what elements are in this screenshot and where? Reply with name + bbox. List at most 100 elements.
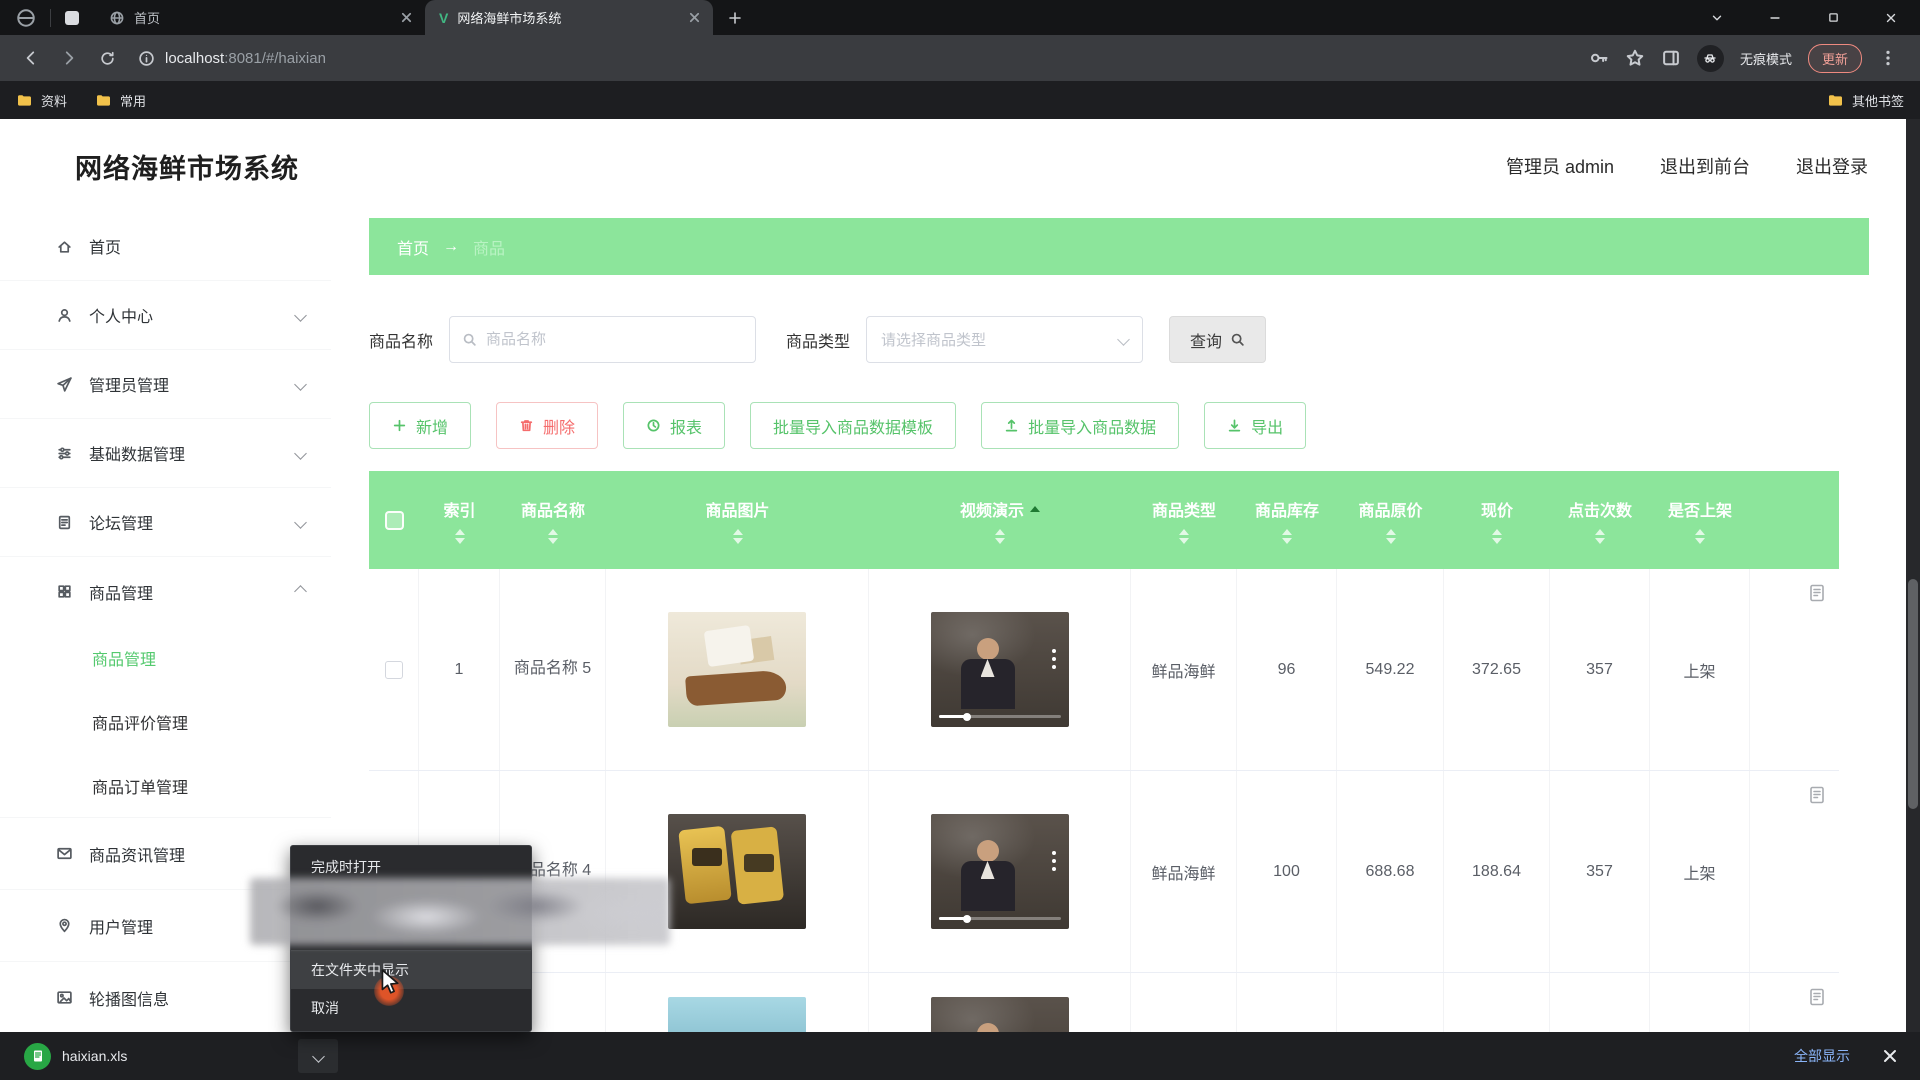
sort-carets[interactable] xyxy=(1386,529,1396,544)
bookmark-folder-ziliao[interactable]: 资料 xyxy=(16,91,67,110)
tab-title: 首页 xyxy=(134,8,389,27)
forward-button[interactable] xyxy=(52,41,86,75)
tab-home[interactable]: 首页 xyxy=(95,0,425,35)
product-name-input[interactable] xyxy=(486,331,743,348)
video-menu-icon[interactable] xyxy=(1052,649,1056,669)
logout-to-front-link[interactable]: 退出到前台 xyxy=(1660,153,1750,179)
browser-menu-icon[interactable] xyxy=(1878,48,1898,68)
sort-carets[interactable] xyxy=(1492,529,1502,544)
scrollbar-thumb[interactable] xyxy=(1908,579,1918,809)
edit-row-icon[interactable] xyxy=(1807,785,1827,805)
mail-icon xyxy=(56,845,73,862)
download-options-button[interactable] xyxy=(298,1039,338,1073)
cell-clicks: 357 xyxy=(1586,661,1613,679)
video-menu-icon[interactable] xyxy=(1052,851,1056,871)
sidebar-item-label: 管理员管理 xyxy=(89,372,169,396)
row-checkbox[interactable] xyxy=(385,661,403,679)
download-filename: haixian.xls xyxy=(62,1048,127,1064)
product-video[interactable] xyxy=(931,612,1069,727)
sidebar-subitem-label: 商品管理 xyxy=(92,646,156,670)
update-chrome-button[interactable]: 更新 xyxy=(1808,44,1862,73)
product-video[interactable] xyxy=(931,814,1069,929)
sort-carets[interactable] xyxy=(1179,529,1189,544)
home-icon xyxy=(56,238,73,255)
download-icon xyxy=(1227,418,1242,433)
video-progress-bar[interactable] xyxy=(939,917,1061,920)
plus-icon xyxy=(392,418,407,433)
sort-carets[interactable] xyxy=(733,529,743,544)
sidebar-subitem-product-review[interactable]: 商品评价管理 xyxy=(0,690,331,754)
chevron-down-icon xyxy=(294,309,307,322)
maximize-button[interactable] xyxy=(1804,0,1862,35)
video-progress-bar[interactable] xyxy=(939,715,1061,718)
edit-row-icon[interactable] xyxy=(1807,987,1827,1007)
sidebar-item-base-data[interactable]: 基础数据管理 xyxy=(0,419,331,488)
edit-row-icon[interactable] xyxy=(1807,583,1827,603)
scrollbar-track[interactable] xyxy=(1906,119,1920,1080)
other-bookmarks[interactable]: 其他书签 xyxy=(1827,91,1904,110)
product-type-select[interactable]: 请选择商品类型 xyxy=(866,316,1143,363)
sidebar-item-personal-center[interactable]: 个人中心 xyxy=(0,281,331,350)
menu-item-cancel[interactable]: 取消 xyxy=(291,989,531,1027)
site-info-icon[interactable] xyxy=(138,50,155,67)
sort-carets[interactable] xyxy=(995,529,1005,544)
sort-carets[interactable] xyxy=(1282,529,1292,544)
password-key-icon[interactable] xyxy=(1589,48,1609,68)
download-item[interactable]: haixian.xls xyxy=(0,1043,127,1070)
sidebar-item-admin-management[interactable]: 管理员管理 xyxy=(0,350,331,419)
bookmark-star-icon[interactable] xyxy=(1625,48,1645,68)
sidebar-subitem-product-orders[interactable]: 商品订单管理 xyxy=(0,754,331,818)
select-all-checkbox[interactable] xyxy=(385,511,404,530)
import-template-button[interactable]: 批量导入商品数据模板 xyxy=(750,402,956,449)
browser-logo-icon[interactable] xyxy=(16,8,36,28)
sidebar-item-product-management[interactable]: 商品管理 xyxy=(0,557,331,626)
chevron-down-icon xyxy=(294,447,307,460)
bookmark-folder-changyong[interactable]: 常用 xyxy=(95,91,146,110)
sidebar-subitem-product-management[interactable]: 商品管理 xyxy=(0,626,331,690)
sort-carets[interactable] xyxy=(1695,529,1705,544)
delete-button[interactable]: 删除 xyxy=(496,402,598,449)
close-tab-icon[interactable] xyxy=(686,9,703,26)
url-field[interactable]: localhost:8081/#/haixian xyxy=(138,50,326,67)
minimize-button[interactable] xyxy=(1746,0,1804,35)
breadcrumb-home[interactable]: 首页 xyxy=(397,235,429,259)
export-button[interactable]: 导出 xyxy=(1204,402,1306,449)
admin-user-label[interactable]: 管理员 admin xyxy=(1506,153,1614,179)
pinned-tab-icon[interactable] xyxy=(65,11,79,25)
chevron-down-icon xyxy=(312,1050,325,1063)
close-download-bar-icon[interactable] xyxy=(1880,1046,1900,1066)
side-panel-icon[interactable] xyxy=(1661,48,1681,68)
site-header: 网络海鲜市场系统 管理员 admin 退出到前台 退出登录 xyxy=(0,119,1920,212)
upload-icon xyxy=(1004,418,1019,433)
close-window-button[interactable] xyxy=(1862,0,1920,35)
tab-search-icon[interactable] xyxy=(1688,0,1746,35)
reload-button[interactable] xyxy=(90,41,124,75)
back-button[interactable] xyxy=(14,41,48,75)
menu-item-show-in-folder[interactable]: 在文件夹中显示 xyxy=(291,951,531,989)
import-data-button[interactable]: 批量导入商品数据 xyxy=(981,402,1179,449)
sort-carets[interactable] xyxy=(1595,529,1605,544)
sidebar-item-forum[interactable]: 论坛管理 xyxy=(0,488,331,557)
url-path: :8081/#/haixian xyxy=(224,50,326,67)
sidebar-item-home[interactable]: 首页 xyxy=(0,212,331,281)
product-image[interactable] xyxy=(668,814,806,929)
product-image[interactable] xyxy=(668,612,806,727)
report-button[interactable]: 报表 xyxy=(623,402,725,449)
show-all-downloads-link[interactable]: 全部显示 xyxy=(1794,1046,1850,1066)
logout-link[interactable]: 退出登录 xyxy=(1796,153,1868,179)
sort-carets[interactable] xyxy=(548,529,558,544)
column-header: 商品图片 xyxy=(705,497,769,521)
tab-seafood-system[interactable]: V 网络海鲜市场系统 xyxy=(425,0,713,35)
sidebar-item-carousel[interactable]: 轮播图信息 xyxy=(0,962,331,1034)
table-row: 1 商品名称 5 鲜品海鲜 96 549.22 372.65 357 上架 xyxy=(369,569,1839,771)
query-button[interactable]: 查询 xyxy=(1169,316,1266,363)
close-tab-icon[interactable] xyxy=(398,9,415,26)
new-tab-button[interactable] xyxy=(721,4,749,32)
cell-price: 188.64 xyxy=(1472,863,1521,881)
add-button[interactable]: 新增 xyxy=(369,402,471,449)
cell-stock: 100 xyxy=(1273,863,1300,881)
cell-original-price: 549.22 xyxy=(1366,661,1415,679)
search-icon xyxy=(462,332,477,347)
document-icon xyxy=(56,514,73,531)
sort-carets[interactable] xyxy=(455,529,465,544)
